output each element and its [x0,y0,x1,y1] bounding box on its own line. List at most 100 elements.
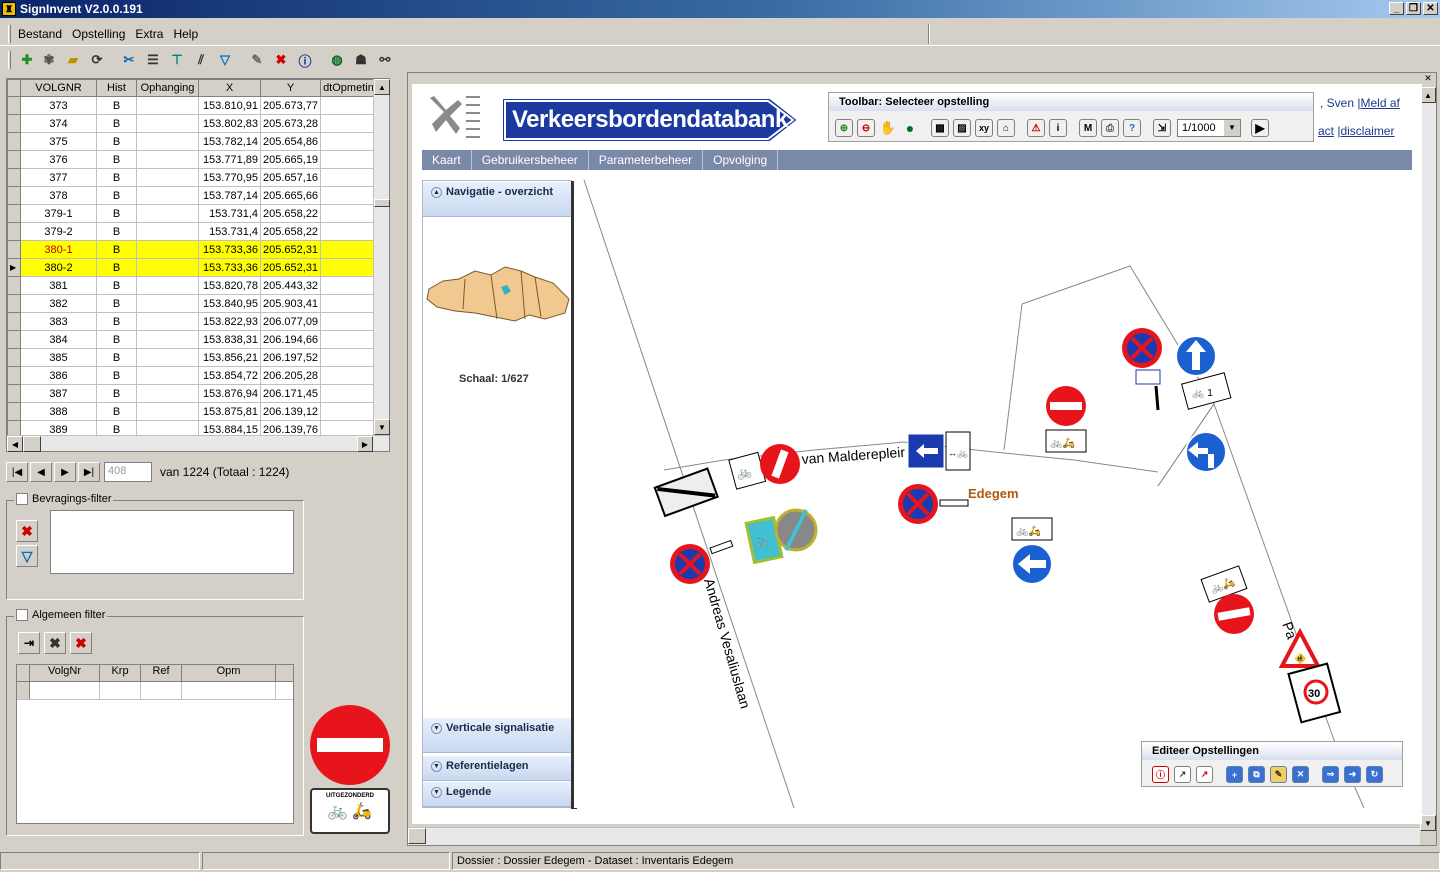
table-cell[interactable] [136,258,199,277]
col-ref-filter[interactable]: Ref [141,665,182,681]
table-cell[interactable]: 153.820,78 [198,276,261,295]
table-cell[interactable] [136,402,199,421]
delete-filter-row-button[interactable]: ✖ [44,632,66,654]
opstelling-grid[interactable]: VOLGNR Hist Ophanging X Y dtOpmeting 373… [6,78,390,452]
table-cell[interactable] [136,204,199,223]
table-cell[interactable]: 376 [20,150,97,169]
accordion-reference-layers[interactable]: ▼ Referentielagen [423,755,573,781]
row-indicator[interactable]: ▶ [7,258,21,277]
table-cell[interactable]: 205.443,32 [259,276,322,295]
filter-cell[interactable] [30,682,100,699]
table-cell[interactable]: 153.733,36 [198,240,261,259]
table-row[interactable]: 388 B 153.875,81 206.139,12 [7,402,383,421]
table-cell[interactable]: 385 [20,348,97,367]
pan-hand-icon[interactable]: ✋ [879,119,897,137]
col-volgnr[interactable]: VOLGNR [20,79,97,97]
pen-lines-icon[interactable]: ⫽ [192,51,210,69]
table-cell[interactable]: B [96,348,137,367]
row-indicator[interactable] [7,312,21,331]
scale-select[interactable]: 1/1000 ▼ [1177,119,1241,137]
select-area-icon[interactable]: ▩ [931,119,949,137]
col-krp-filter[interactable]: Krp [100,665,141,681]
menu-opstelling[interactable]: Opstelling [72,27,125,41]
row-indicator[interactable] [7,96,21,115]
clear-query-filter-button[interactable]: ✖ [16,520,38,542]
sign-one-way-left[interactable]: ↔🚲 [907,431,971,471]
accordion-vertical-signalisation[interactable]: ▼ Verticale signalisatie [423,717,573,753]
table-row[interactable]: 381 B 153.820,78 205.443,32 [7,276,383,295]
table-cell[interactable]: B [96,96,137,115]
accordion-legend[interactable]: ▼ Legende [423,781,573,807]
menu-extra[interactable]: Extra [135,27,163,41]
table-cell[interactable]: 205.652,31 [259,258,322,277]
table-row[interactable]: 385 B 153.856,21 206.197,52 [7,348,383,367]
sign-no-entry-bottom[interactable]: 🚲🛵 [1200,565,1254,634]
table-cell[interactable]: 153.876,94 [198,384,261,403]
sign-turn-left-only[interactable] [1185,431,1227,473]
browser-scroll-down[interactable]: ▼ [1420,815,1436,831]
browser-hscroll-thumb[interactable] [408,828,426,844]
sign-no-parking[interactable] [670,539,734,584]
table-cell[interactable]: 379-2 [20,222,97,241]
row-indicator[interactable] [7,330,21,349]
row-indicator[interactable] [7,150,21,169]
table-row[interactable]: 376 B 153.771,89 205.665,19 [7,150,383,169]
prev-record-button[interactable]: ◀ [30,462,52,482]
table-cell[interactable]: 382 [20,294,97,313]
row-indicator[interactable] [7,114,21,133]
table-cell[interactable]: 153.770,95 [198,168,261,187]
table-cell[interactable]: B [96,168,137,187]
row-indicator[interactable] [7,132,21,151]
col-x[interactable]: X [198,79,261,97]
table-cell[interactable]: B [96,276,137,295]
col-hist[interactable]: Hist [96,79,137,97]
insert-filter-row-button[interactable]: ⇥ [18,632,40,654]
help-icon[interactable]: ? [1123,119,1141,137]
edit-note-icon[interactable]: ✎ [1270,766,1287,783]
row-indicator[interactable] [7,204,21,223]
general-filter-checkbox[interactable] [16,609,28,621]
table-cell[interactable] [136,330,199,349]
identify-icon[interactable]: i [1049,119,1067,137]
table-row[interactable]: 373 B 153.810,91 205.673,77 [7,96,383,115]
table-cell[interactable]: 381 [20,276,97,295]
table-cell[interactable]: B [96,312,137,331]
row-indicator[interactable] [7,384,21,403]
table-cell[interactable]: 153.731,4 [198,222,261,241]
edit-add-icon[interactable]: + [1226,766,1243,783]
sign-no-entry[interactable] [760,444,800,484]
first-record-button[interactable]: |◀ [6,462,28,482]
table-row[interactable]: 375 B 153.782,14 205.654,86 [7,132,383,151]
table-row[interactable]: 383 B 153.822,93 206.077,09 [7,312,383,331]
pole-icon[interactable]: ⊤ [168,51,186,69]
edit-remove-icon[interactable]: ✕ [1292,766,1309,783]
tab-opvolging[interactable]: Opvolging [703,150,779,170]
table-cell[interactable]: 388 [20,402,97,421]
edit-copy-icon[interactable]: ⧉ [1248,766,1265,783]
table-cell[interactable] [136,240,199,259]
cut-icon[interactable]: ✂ [120,51,138,69]
row-indicator[interactable] [7,186,21,205]
table-cell[interactable]: 206.194,66 [259,330,322,349]
table-cell[interactable]: 205.652,31 [259,240,322,259]
table-cell[interactable]: B [96,132,137,151]
hscroll-thumb[interactable] [23,436,41,452]
table-cell[interactable]: 206.077,09 [259,312,322,331]
row-indicator[interactable] [7,348,21,367]
table-cell[interactable]: 153.802,83 [198,114,261,133]
scroll-up-button[interactable]: ▲ [374,79,390,95]
last-record-button[interactable]: ▶| [78,462,100,482]
table-row[interactable]: 387 B 153.876,94 206.171,45 [7,384,383,403]
table-cell[interactable]: 153.733,36 [198,258,261,277]
sign-map[interactable]: van Malderepleir Andreas Vesaliuslaan Ed… [574,180,1414,808]
query-filter-textarea[interactable] [50,510,294,574]
edit-move-icon[interactable]: ↗ [1174,766,1191,783]
connect-icon[interactable]: ⚯ [376,51,394,69]
sign-ahead-only[interactable]: 🚲 1 [1175,335,1232,410]
menu-bestand[interactable]: Bestand [18,27,62,41]
scale-icon[interactable]: ⇲ [1153,119,1171,137]
measure-icon[interactable]: ⌂ [997,119,1015,137]
sign-end-restriction-plate[interactable] [653,467,719,518]
table-cell[interactable]: 384 [20,330,97,349]
grid-horizontal-scrollbar[interactable]: ◀ ▶ [7,435,389,452]
